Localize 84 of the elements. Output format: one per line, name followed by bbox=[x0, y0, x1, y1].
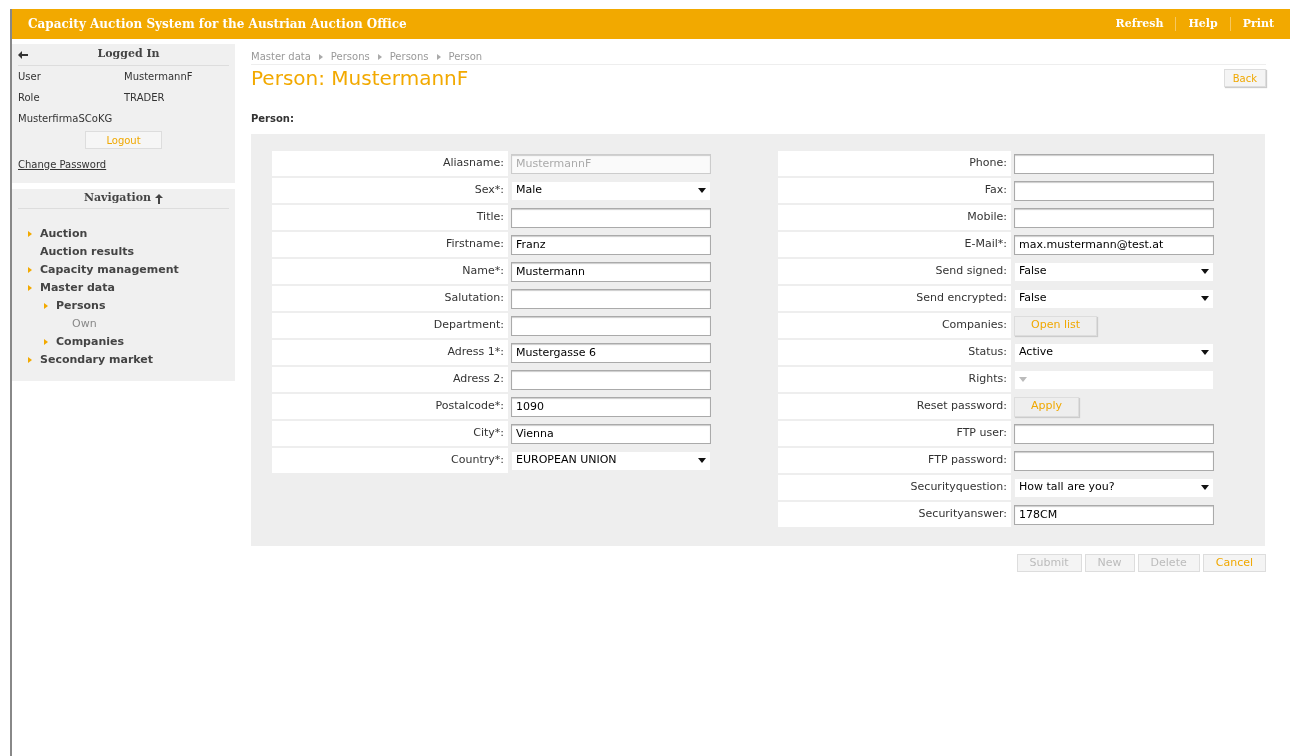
field-label: Fax: bbox=[984, 182, 1007, 199]
field-label: Securityquestion: bbox=[910, 479, 1007, 496]
input-field[interactable]: 1090 bbox=[511, 396, 711, 417]
field-label: Country*: bbox=[451, 452, 504, 469]
nav-item[interactable]: Secondary market bbox=[40, 351, 154, 369]
input-field[interactable]: max.mustermann@test.at bbox=[1014, 234, 1214, 255]
dropdown[interactable]: How tall are you? bbox=[1014, 477, 1214, 498]
bullet-icon bbox=[44, 339, 48, 345]
dropdown[interactable]: Male bbox=[511, 180, 711, 201]
field-label: Postalcode*: bbox=[435, 398, 504, 415]
chevron-icon bbox=[436, 53, 441, 60]
input-field[interactable] bbox=[1014, 423, 1214, 444]
input-field[interactable]: 178CM bbox=[1014, 504, 1214, 525]
bullet-icon bbox=[28, 231, 32, 237]
field-label: Send signed: bbox=[935, 263, 1007, 280]
input-field[interactable]: Vienna bbox=[511, 423, 711, 444]
caret-icon bbox=[698, 188, 706, 193]
dropdown[interactable]: Active bbox=[1014, 342, 1214, 363]
info-value: TRADER bbox=[124, 91, 165, 105]
input-field[interactable]: Mustermann bbox=[511, 261, 711, 282]
input-field[interactable] bbox=[1014, 180, 1214, 201]
panel-title: Logged In bbox=[96, 46, 161, 63]
chevron-icon bbox=[377, 53, 382, 60]
chevron-icon bbox=[318, 53, 323, 60]
caret-icon bbox=[1201, 485, 1209, 490]
nav-item[interactable]: Auction bbox=[40, 225, 88, 243]
info-label: Role bbox=[18, 91, 41, 105]
input-field[interactable] bbox=[1014, 450, 1214, 471]
field-label: FTP user: bbox=[956, 425, 1007, 442]
change-password-link[interactable]: Change Password bbox=[18, 159, 107, 170]
caret-icon bbox=[1201, 350, 1209, 355]
nav-item[interactable]: Auction results bbox=[40, 243, 134, 261]
field-label: Aliasname: bbox=[443, 155, 504, 172]
field-label: Companies: bbox=[941, 317, 1007, 334]
bullet-icon bbox=[28, 285, 32, 291]
field-label: E-Mail*: bbox=[964, 236, 1007, 253]
caret-icon bbox=[1201, 269, 1209, 274]
back-arrow-icon[interactable] bbox=[18, 50, 28, 59]
nav-item[interactable]: Persons bbox=[56, 297, 106, 315]
nav-item[interactable]: Master data bbox=[40, 279, 115, 297]
app-title: Capacity Auction System for the Austrian Auction Office bbox=[28, 16, 407, 33]
info-label: MusterfirmaSCoKG bbox=[18, 112, 114, 126]
panel-title: Navigation bbox=[83, 190, 152, 207]
input-field[interactable] bbox=[511, 315, 711, 336]
field-label: Adress 1*: bbox=[447, 344, 504, 361]
bullet-icon bbox=[28, 267, 32, 273]
dropdown[interactable]: False bbox=[1014, 261, 1214, 282]
input-field[interactable]: Franz bbox=[511, 234, 711, 255]
nav-item[interactable]: Companies bbox=[56, 333, 124, 351]
field-label: Firstname: bbox=[445, 236, 504, 253]
field-label: Name*: bbox=[462, 263, 504, 280]
field-label: Mobile: bbox=[967, 209, 1007, 226]
field-label: City*: bbox=[473, 425, 504, 442]
input-field[interactable] bbox=[511, 207, 711, 228]
section-title: Person: bbox=[251, 112, 295, 126]
info-label: User bbox=[18, 70, 42, 84]
field-label: Salutation: bbox=[444, 290, 504, 307]
field-label: Send encrypted: bbox=[916, 290, 1007, 307]
caret-icon bbox=[1201, 296, 1209, 301]
field-label: Status: bbox=[968, 344, 1007, 361]
field-label: Reset password: bbox=[916, 398, 1007, 415]
input-field[interactable]: Mustergasse 6 bbox=[511, 342, 711, 363]
input-field[interactable] bbox=[511, 288, 711, 309]
dropdown[interactable]: EUROPEAN UNION bbox=[511, 450, 711, 471]
field-label: FTP password: bbox=[928, 452, 1007, 469]
field-label: Adress 2: bbox=[452, 371, 504, 388]
caret-icon bbox=[698, 458, 706, 463]
info-value: MustermannF bbox=[124, 70, 193, 84]
field-label: Title: bbox=[476, 209, 504, 226]
bullet-icon bbox=[28, 357, 32, 363]
field-label: Phone: bbox=[969, 155, 1007, 172]
field-label: Sex*: bbox=[474, 182, 504, 199]
bullet-icon bbox=[44, 303, 48, 309]
field-label: Rights: bbox=[968, 371, 1007, 388]
page-title: Person: MustermannF bbox=[251, 65, 469, 91]
dropdown[interactable]: False bbox=[1014, 288, 1214, 309]
up-arrow-icon[interactable] bbox=[155, 193, 164, 204]
nav-item[interactable]: Capacity management bbox=[40, 261, 179, 279]
caret-icon bbox=[1019, 377, 1027, 382]
input-field[interactable] bbox=[1014, 153, 1214, 174]
input-field[interactable] bbox=[1014, 207, 1214, 228]
field-label: Securityanswer: bbox=[918, 506, 1007, 523]
field-label: Department: bbox=[433, 317, 504, 334]
input-field[interactable] bbox=[511, 369, 711, 390]
